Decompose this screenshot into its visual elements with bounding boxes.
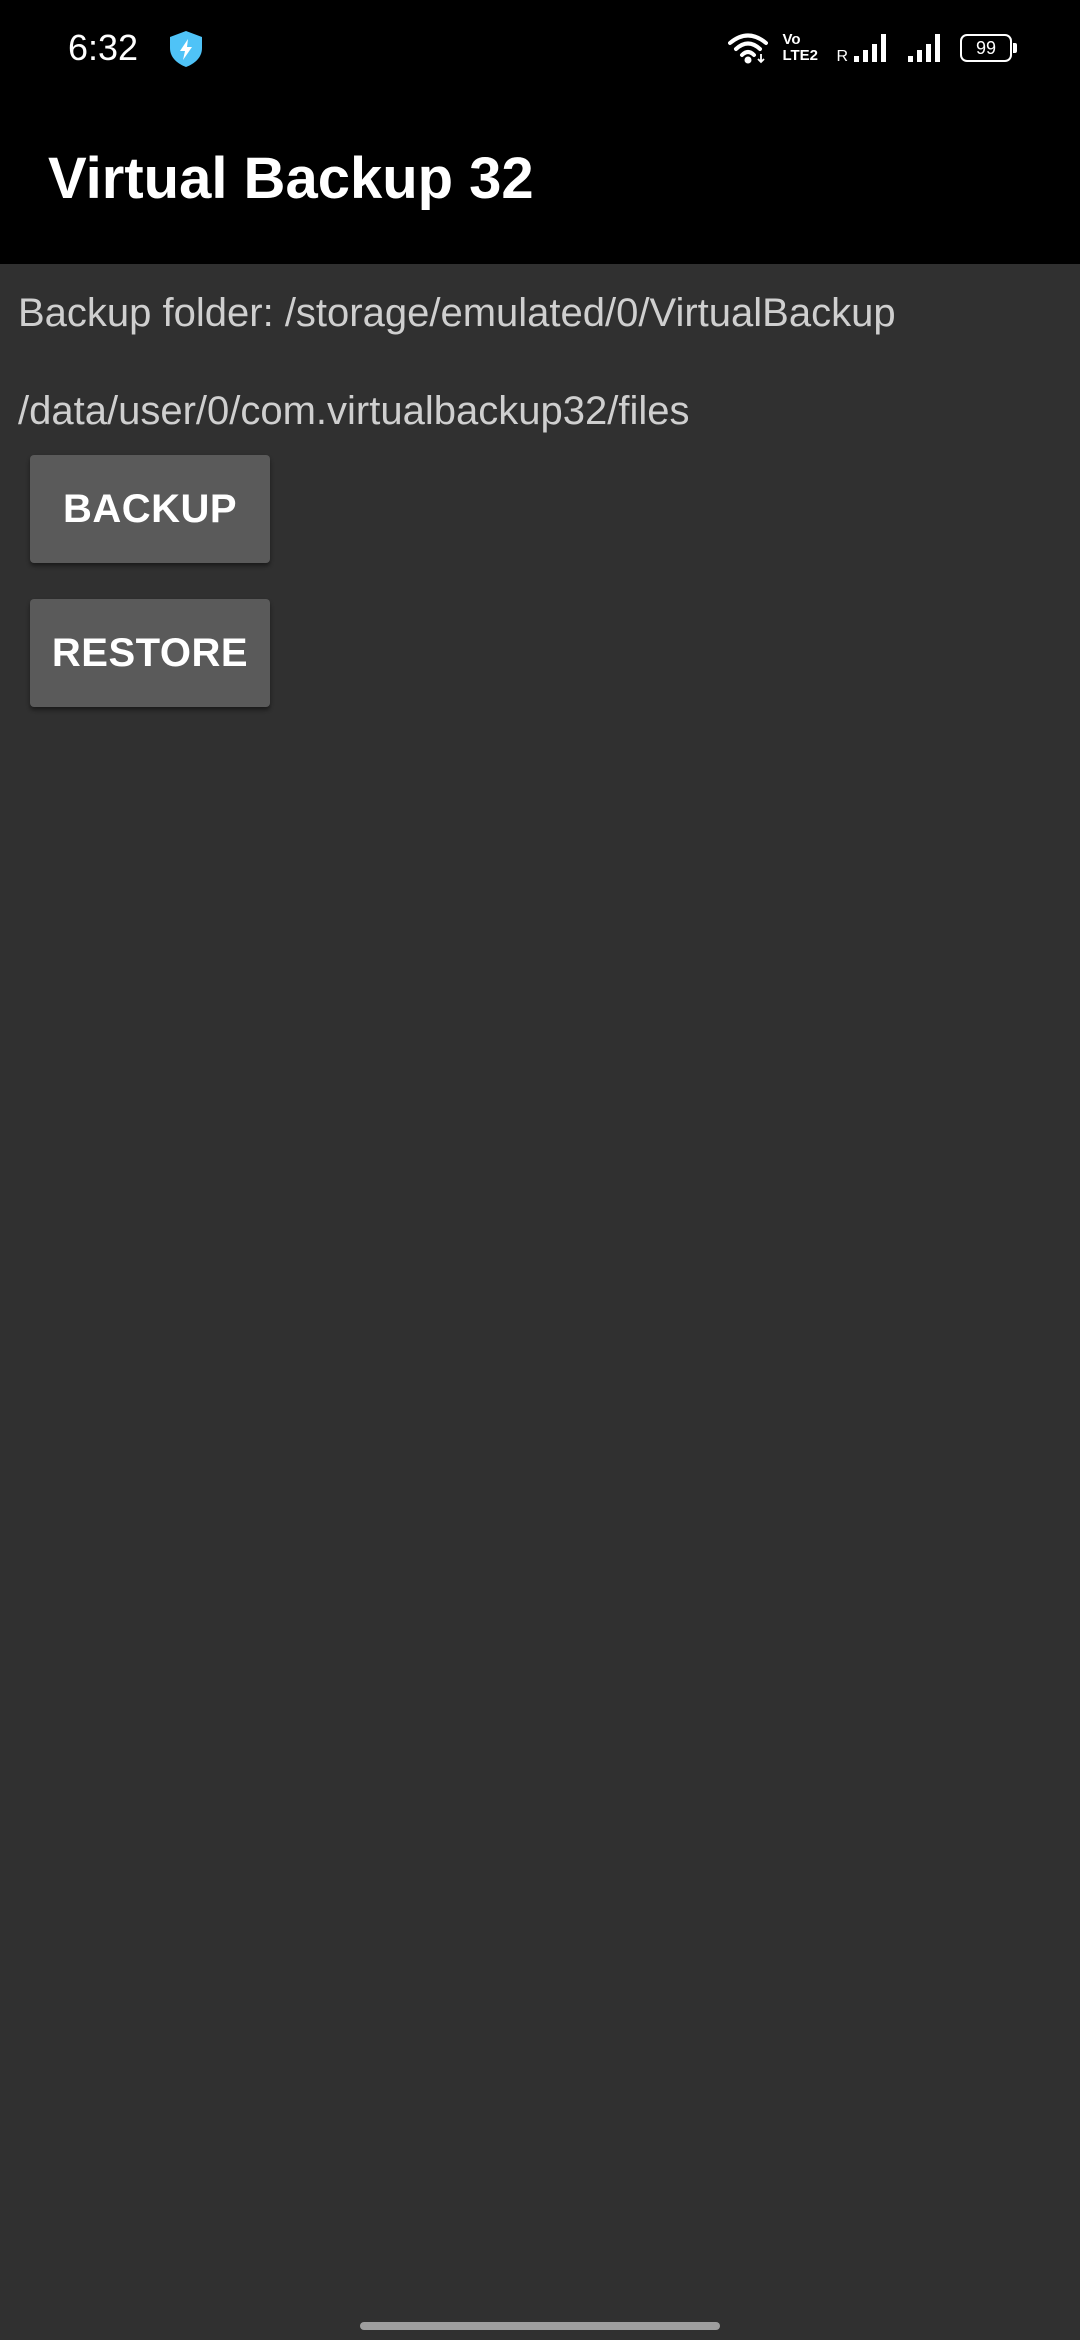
volte-line1: Vo (782, 31, 801, 48)
roaming-indicator: R (836, 48, 848, 65)
backup-button[interactable]: BACKUP (30, 455, 270, 563)
status-bar: 6:32 Vo LTE2 R 99 (0, 0, 1080, 96)
main-content: Backup folder: /storage/emulated/0/Virtu… (0, 264, 1080, 2340)
status-time: 6:32 (68, 27, 139, 68)
signal-icon (908, 34, 940, 62)
wifi-icon (728, 33, 769, 64)
shield-bolt-icon (170, 31, 202, 67)
backup-folder-label: Backup folder: /storage/emulated/0/Virtu… (18, 291, 896, 335)
battery-icon: 99 (960, 34, 1017, 62)
gesture-nav-handle[interactable] (360, 2322, 720, 2330)
app-bar: Virtual Backup 32 (0, 96, 1080, 264)
volte-line2: LTE2 (782, 47, 818, 64)
restore-button[interactable]: RESTORE (30, 599, 270, 707)
battery-level: 99 (975, 37, 997, 58)
signal-icon (854, 34, 886, 62)
files-path-label: /data/user/0/com.virtualbackup32/files (18, 389, 690, 433)
status-icons: Vo LTE2 R 99 (728, 28, 1017, 68)
app-title: Virtual Backup 32 (48, 146, 534, 211)
volte-icon: Vo LTE2 (782, 32, 822, 64)
